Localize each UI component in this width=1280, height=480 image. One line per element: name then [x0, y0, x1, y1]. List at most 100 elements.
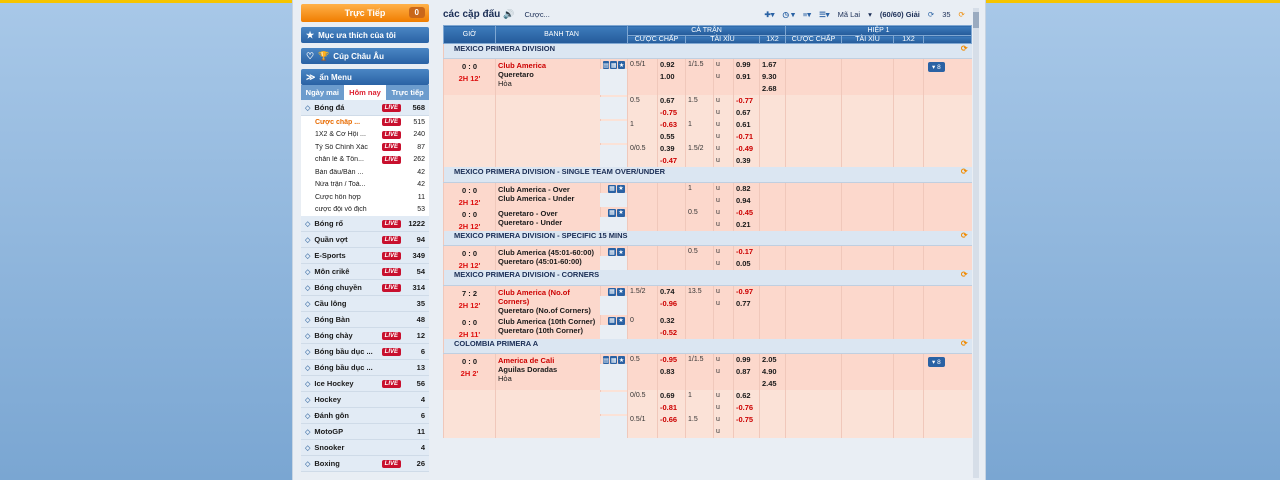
- favorites-button[interactable]: ★ Mục ưa thích của tôi: [301, 27, 429, 43]
- scoreboard-icon[interactable]: ▦: [608, 287, 616, 296]
- odds-value[interactable]: -0.75: [660, 107, 683, 119]
- ou-odds[interactable]: 0.99 0.91: [733, 58, 760, 95]
- 1x2-odds[interactable]: [758, 143, 786, 167]
- scrollbar-thumb[interactable]: [973, 12, 979, 28]
- tab-today[interactable]: Hôm nay: [343, 85, 387, 100]
- 1x2-odds[interactable]: 1.67 9.30 2.68: [758, 58, 786, 95]
- odds-value[interactable]: 0.32: [660, 315, 683, 327]
- refresh-league-icon[interactable]: ⟳: [961, 44, 968, 53]
- odds-value[interactable]: -0.71: [736, 131, 757, 143]
- handicap-odds[interactable]: 0.32 -0.52: [657, 314, 686, 339]
- odds-value[interactable]: 9.30: [762, 71, 783, 83]
- odds-value[interactable]: -0.45: [736, 207, 757, 219]
- ou-odds[interactable]: 0.99 0.87: [733, 353, 760, 390]
- handicap-odds[interactable]: 0.67 -0.75: [657, 95, 686, 119]
- league-count[interactable]: (60/60) Giải: [880, 10, 920, 19]
- odds-value[interactable]: 2.68: [762, 83, 783, 95]
- handicap-odds[interactable]: -0.66: [657, 414, 686, 438]
- favorite-star-icon[interactable]: ★: [617, 248, 625, 256]
- odds-value[interactable]: 0.55: [660, 131, 683, 143]
- submenu-item[interactable]: Bán đấu/Bán ... 42: [301, 166, 429, 179]
- ou-odds[interactable]: -0.97 0.77: [733, 285, 760, 315]
- favorite-star-icon[interactable]: ★: [618, 61, 625, 69]
- odds-value[interactable]: -0.76: [736, 402, 757, 414]
- sport-item[interactable]: ◇ Bóng Bàn 48: [301, 312, 429, 328]
- handicap-odds[interactable]: 0.92 1.00: [657, 58, 686, 95]
- ou-odds[interactable]: -0.77 0.67: [733, 95, 760, 119]
- speaker-icon[interactable]: 🔊: [503, 9, 514, 20]
- submenu-item[interactable]: Nửa trận / Toà... 42: [301, 178, 429, 191]
- odds-value[interactable]: -0.63: [660, 119, 683, 131]
- odds-value[interactable]: 1.67: [762, 59, 783, 71]
- handicap-odds[interactable]: -0.63 0.55: [657, 119, 686, 143]
- sport-item[interactable]: ◇ Boxing LIVE 26: [301, 456, 429, 472]
- sport-item[interactable]: ◇ Môn crikê LIVE 54: [301, 264, 429, 280]
- sport-item[interactable]: ◇ Bóng rổ LIVE 1222: [301, 216, 429, 232]
- more-markets-button[interactable]: ▾ 8: [928, 62, 945, 72]
- ou-odds[interactable]: 0.61 -0.71: [733, 119, 760, 143]
- 1x2-odds[interactable]: [758, 245, 786, 270]
- 1x2-odds[interactable]: [758, 414, 786, 438]
- odds-value[interactable]: 0.87: [736, 366, 757, 378]
- ou-odds[interactable]: -0.75: [733, 414, 760, 438]
- 1x2-odds[interactable]: [758, 285, 786, 315]
- odds-value[interactable]: -0.96: [660, 298, 683, 310]
- odds-value[interactable]: 1.00: [660, 71, 683, 83]
- submenu-item[interactable]: 1X2 & Cơ Hội ... LIVE 240: [301, 128, 429, 141]
- submenu-item[interactable]: Tỷ Số Chính Xác LIVE 87: [301, 141, 429, 154]
- odds-value[interactable]: -0.95: [660, 354, 683, 366]
- euro-cup-button[interactable]: ♡ 🏆 Cúp Châu Âu: [301, 48, 429, 64]
- favorite-star-icon[interactable]: ★: [617, 208, 625, 217]
- 1x2-odds[interactable]: [758, 390, 786, 414]
- 1x2-odds[interactable]: [758, 95, 786, 119]
- odds-value[interactable]: -0.81: [660, 402, 683, 414]
- odds-value[interactable]: 0.62: [736, 390, 757, 402]
- odds-value[interactable]: 0.61: [736, 119, 757, 131]
- odds-type-select[interactable]: Mã Lai: [838, 10, 861, 19]
- hide-menu-button[interactable]: ≫ ẩn Menu: [301, 69, 429, 85]
- sport-item-soccer[interactable]: ◇ Bóng đá LIVE 568: [301, 100, 429, 116]
- submenu-item[interactable]: cược đội vô địch 53: [301, 203, 429, 216]
- scoreboard-icon[interactable]: ▦: [608, 248, 616, 256]
- sport-item[interactable]: ◇ Đánh gôn 6: [301, 408, 429, 424]
- odds-value[interactable]: 0.91: [736, 71, 757, 83]
- 1x2-odds[interactable]: [758, 314, 786, 339]
- handicap-odds[interactable]: -0.95 0.83: [657, 353, 686, 390]
- handicap-odds[interactable]: 0.69 -0.81: [657, 390, 686, 414]
- sport-item[interactable]: ◇ Bóng chày LIVE 12: [301, 328, 429, 344]
- live-now-button[interactable]: Trực Tiếp 0: [301, 4, 429, 22]
- odds-value[interactable]: -0.75: [736, 414, 757, 426]
- refresh-icon[interactable]: ⟳: [928, 10, 934, 19]
- favorite-star-icon[interactable]: ★: [618, 356, 625, 364]
- refresh-league-icon[interactable]: ⟳: [961, 339, 968, 348]
- odds-value[interactable]: 0.74: [660, 286, 683, 298]
- sport-item[interactable]: ◇ Bóng chuyền LIVE 314: [301, 280, 429, 296]
- refresh-league-icon[interactable]: ⟳: [961, 167, 968, 176]
- tab-tomorrow[interactable]: Ngày mai: [301, 85, 344, 100]
- 1x2-odds[interactable]: [758, 206, 786, 231]
- odds-value[interactable]: 0.77: [736, 298, 757, 310]
- sport-item[interactable]: ◇ Snooker 4: [301, 440, 429, 456]
- handicap-odds[interactable]: [657, 206, 686, 231]
- sport-item[interactable]: ◇ Quần vợt LIVE 94: [301, 232, 429, 248]
- 1x2-odds[interactable]: [758, 119, 786, 143]
- ou-odds[interactable]: [733, 314, 760, 339]
- sport-item[interactable]: ◇ Hockey 4: [301, 392, 429, 408]
- odds-value[interactable]: 0.82: [736, 183, 757, 195]
- filter-icon[interactable]: ≡▾: [803, 10, 811, 19]
- 1x2-odds[interactable]: 2.05 4.90 2.45: [758, 353, 786, 390]
- handicap-odds[interactable]: 0.39 -0.47: [657, 143, 686, 167]
- handicap-odds[interactable]: [657, 182, 686, 207]
- clock-icon[interactable]: ◷ ▾: [783, 10, 795, 19]
- refresh-league-icon[interactable]: ⟳: [961, 270, 968, 279]
- submenu-item[interactable]: Cược hỗn hợp 11: [301, 191, 429, 204]
- scoreboard-icon[interactable]: ▦: [610, 61, 618, 69]
- ou-odds[interactable]: -0.49 0.39: [733, 143, 760, 167]
- scoreboard-icon[interactable]: ▦: [608, 208, 616, 217]
- odds-value[interactable]: 0.94: [736, 195, 757, 207]
- scoreboard-icon[interactable]: ▦: [610, 356, 618, 364]
- odds-value[interactable]: -0.17: [736, 246, 757, 258]
- sport-item[interactable]: ◇ Bóng bầu dục ... 13: [301, 360, 429, 376]
- odds-value[interactable]: -0.77: [736, 95, 757, 107]
- odds-value[interactable]: -0.47: [660, 155, 683, 167]
